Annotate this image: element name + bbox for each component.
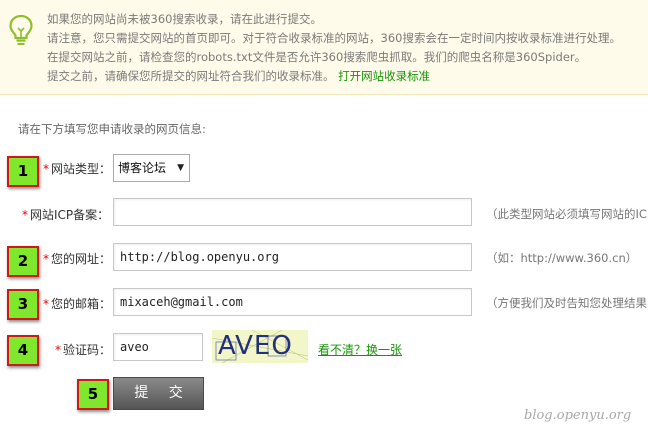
captcha-label-text: 验证码： — [63, 343, 112, 357]
captcha-input[interactable]: aveo — [113, 333, 203, 361]
url-input[interactable]: http://blog.openyu.org — [113, 243, 472, 271]
captcha-image[interactable]: AVEO — [212, 330, 308, 363]
inclusion-standard-link[interactable]: 打开网站收录标准 — [338, 69, 430, 83]
captcha-refresh-link[interactable]: 看不清？换一张 — [318, 341, 402, 358]
notice-line-4-text: 提交之前，请确保您所提交的网址符合我们的收录标准。 — [47, 69, 335, 83]
required-mark: * — [43, 252, 49, 266]
url-hint: （如：http://www.360.cn） — [486, 251, 638, 265]
step-marker-4: 4 — [7, 335, 39, 366]
step-marker-3: 3 — [7, 289, 39, 320]
required-mark: * — [43, 297, 49, 311]
step-marker-5: 5 — [77, 379, 109, 410]
watermark: blog.openyu.org — [524, 408, 632, 423]
site-type-selected-value: 博客论坛 — [118, 161, 167, 175]
site-type-select[interactable]: 博客论坛 ▼ — [113, 154, 190, 182]
form-intro: 请在下方填写您申请收录的网页信息: — [18, 122, 206, 136]
info-notice: 如果您的网站尚未被360搜索收录，请在此进行提交。 请注意，您只需提交网站的首页… — [0, 0, 648, 95]
url-label-text: 您的网址： — [51, 252, 112, 266]
step-marker-2: 2 — [7, 246, 39, 277]
email-label: * 您的邮箱： — [43, 295, 111, 312]
required-mark: * — [43, 162, 49, 176]
site-type-label: * 网站类型： — [43, 160, 111, 177]
icp-input[interactable] — [113, 198, 472, 226]
email-input[interactable]: mixaceh@gmail.com — [113, 288, 472, 316]
captcha-label: * 验证码： — [55, 341, 111, 358]
notice-line-3: 在提交网站之前，请检查您的robots.txt文件是否允许360搜索爬虫抓取。我… — [47, 50, 587, 64]
required-mark: * — [55, 343, 61, 357]
submit-button[interactable]: 提 交 — [113, 377, 204, 410]
required-mark: * — [22, 208, 28, 222]
email-label-text: 您的邮箱： — [51, 297, 112, 311]
site-type-label-text: 网站类型： — [51, 162, 112, 176]
icp-label-text: 网站ICP备案： — [30, 208, 110, 222]
notice-line-4: 提交之前，请确保您所提交的网址符合我们的收录标准。 打开网站收录标准 — [47, 67, 647, 86]
icp-hint: （此类型网站必须填写网站的IC — [486, 207, 647, 221]
email-hint: （方便我们及时告知您处理结果 — [486, 296, 647, 310]
icp-label: * 网站ICP备案： — [22, 206, 109, 223]
captcha-code: AVEO — [218, 331, 293, 361]
lightbulb-icon — [9, 14, 33, 45]
url-label: * 您的网址： — [43, 250, 111, 267]
notice-line-2: 请注意，您只需提交网站的首页即可。对于符合收录标准的网站，360搜索会在一定时间… — [47, 31, 621, 45]
notice-line-1: 如果您的网站尚未被360搜索收录，请在此进行提交。 — [47, 12, 322, 26]
step-marker-1: 1 — [7, 156, 39, 187]
dropdown-arrow-icon: ▼ — [177, 163, 184, 173]
submission-page: 如果您的网站尚未被360搜索收录，请在此进行提交。 请注意，您只需提交网站的首页… — [0, 0, 648, 432]
